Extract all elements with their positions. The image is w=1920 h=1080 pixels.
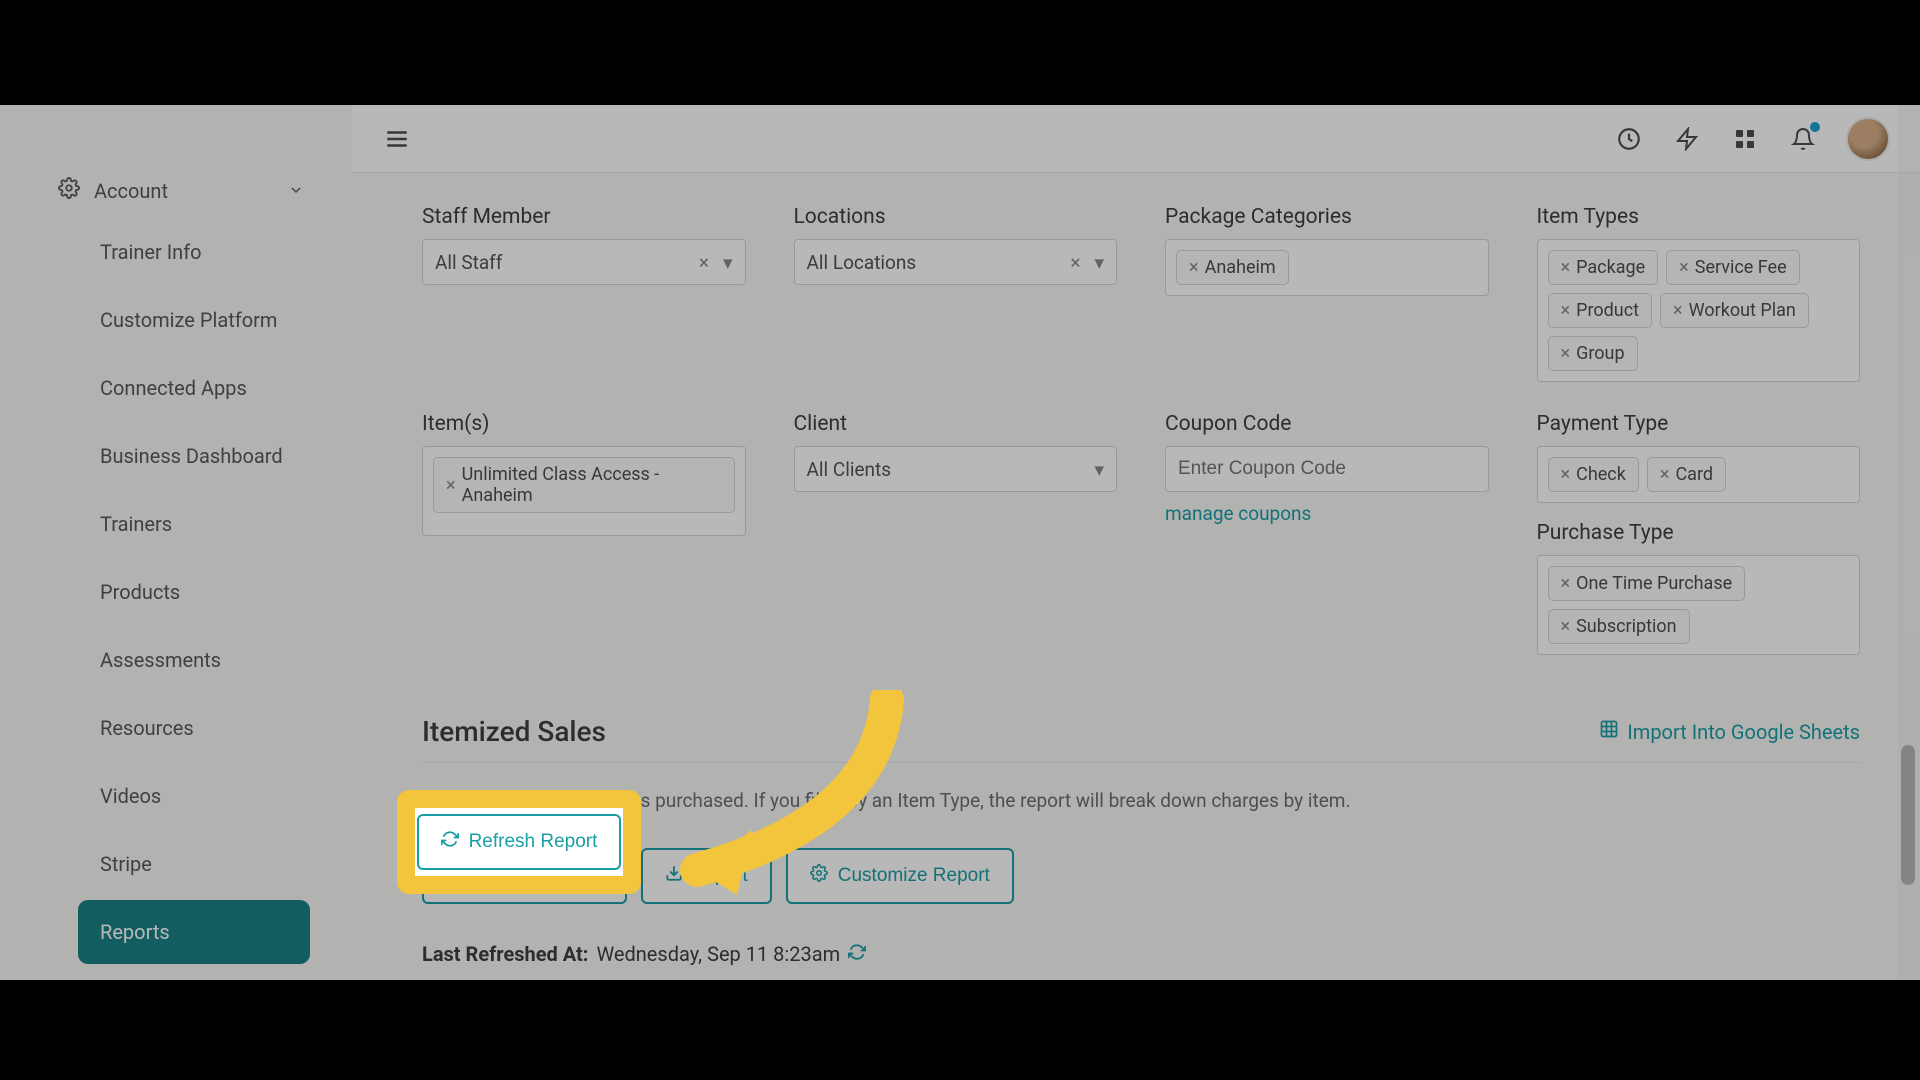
filter-items: Item(s) ×Unlimited Class Access - Anahei… (422, 412, 746, 655)
sheets-icon (1599, 719, 1619, 744)
filter-client: Client All Clients ▾ (794, 412, 1118, 655)
chip-package[interactable]: ×Package (1548, 250, 1659, 285)
chip-service-fee[interactable]: ×Service Fee (1666, 250, 1799, 285)
clear-icon[interactable]: × (699, 251, 709, 274)
client-select[interactable]: All Clients ▾ (794, 446, 1118, 492)
sidebar-item-stripe[interactable]: Stripe (78, 832, 310, 896)
locations-select[interactable]: All Locations ×▾ (794, 239, 1118, 285)
caret-down-icon[interactable]: ▾ (1094, 251, 1104, 274)
filter-label: Client (794, 412, 1118, 436)
sidebar-item-products[interactable]: Products (78, 560, 310, 624)
caret-down-icon[interactable]: ▾ (1094, 458, 1104, 481)
package-categories-chipbox[interactable]: ×Anaheim (1165, 239, 1489, 296)
report-actions: Refresh Report Export Customize Report (422, 848, 1860, 904)
section-title: Itemized Sales (422, 715, 606, 748)
last-refreshed-label: Last Refreshed At: (422, 942, 588, 966)
last-refreshed-value: Wednesday, Sep 11 8:23am (596, 942, 840, 966)
refresh-icon (446, 864, 464, 888)
sidebar-item-reports[interactable]: Reports (78, 900, 310, 964)
import-google-sheets-link[interactable]: Import Into Google Sheets (1599, 719, 1860, 744)
filter-staff-member: Staff Member All Staff ×▾ (422, 205, 746, 382)
remove-chip-icon[interactable]: × (1561, 616, 1571, 637)
customize-report-button[interactable]: Customize Report (786, 848, 1014, 904)
sidebar-item-tags[interactable]: Tags (78, 968, 310, 980)
remove-chip-icon[interactable]: × (1561, 257, 1571, 278)
filter-label: Locations (794, 205, 1118, 229)
sidebar-item-customize-platform[interactable]: Customize Platform (78, 288, 310, 352)
download-icon (665, 864, 683, 888)
remove-chip-icon[interactable]: × (1561, 343, 1571, 364)
section-description: An itemized list of all items purchased.… (422, 789, 1860, 812)
chip-check[interactable]: ×Check (1548, 457, 1639, 492)
sidebar-item-trainer-info[interactable]: Trainer Info (78, 220, 310, 284)
items-chipbox[interactable]: ×Unlimited Class Access - Anaheim (422, 446, 746, 536)
manage-coupons-link[interactable]: manage coupons (1165, 502, 1311, 525)
sidebar-item-business-dashboard[interactable]: Business Dashboard (78, 424, 310, 488)
filter-package-categories: Package Categories ×Anaheim (1165, 205, 1489, 382)
filter-label: Item(s) (422, 412, 746, 436)
remove-chip-icon[interactable]: × (1660, 464, 1670, 485)
chevron-down-icon (288, 179, 304, 203)
filter-label: Purchase Type (1537, 521, 1861, 545)
chip-group[interactable]: ×Group (1548, 336, 1638, 371)
export-button[interactable]: Export (641, 848, 772, 904)
sidebar-item-videos[interactable]: Videos (78, 764, 310, 828)
last-refreshed: Last Refreshed At: Wednesday, Sep 11 8:2… (422, 942, 1860, 966)
chip-workout-plan[interactable]: ×Workout Plan (1660, 293, 1809, 328)
caret-down-icon[interactable]: ▾ (723, 251, 733, 274)
remove-chip-icon[interactable]: × (1673, 300, 1683, 321)
remove-chip-icon[interactable]: × (1679, 257, 1689, 278)
purchase-type-chipbox[interactable]: ×One Time Purchase ×Subscription (1537, 555, 1861, 655)
chip-one-time-purchase[interactable]: ×One Time Purchase (1548, 566, 1746, 601)
remove-chip-icon[interactable]: × (1561, 300, 1571, 321)
refresh-report-button[interactable]: Refresh Report (422, 848, 627, 904)
sidebar-group-account[interactable]: Account (40, 165, 322, 216)
coupon-code-input[interactable] (1165, 446, 1489, 492)
remove-chip-icon[interactable]: × (446, 475, 456, 496)
gear-icon (58, 177, 80, 204)
chip-unlimited-class-access[interactable]: ×Unlimited Class Access - Anaheim (433, 457, 735, 513)
clear-icon[interactable]: × (1070, 251, 1080, 274)
section-header: Itemized Sales Import Into Google Sheets (422, 715, 1860, 763)
item-types-chipbox[interactable]: ×Package ×Service Fee ×Product ×Workout … (1537, 239, 1861, 382)
remove-chip-icon[interactable]: × (1561, 573, 1571, 594)
filter-payment-purchase: Payment Type ×Check ×Card Purchase Type … (1537, 412, 1861, 655)
gear-icon (810, 864, 828, 888)
remove-chip-icon[interactable]: × (1561, 464, 1571, 485)
payment-type-chipbox[interactable]: ×Check ×Card (1537, 446, 1861, 503)
chip-subscription[interactable]: ×Subscription (1548, 609, 1690, 644)
staff-member-select[interactable]: All Staff ×▾ (422, 239, 746, 285)
sidebar-item-trainers[interactable]: Trainers (78, 492, 310, 556)
chip-product[interactable]: ×Product (1548, 293, 1653, 328)
app-wrapper: Account Trainer Info Customize Platform … (0, 105, 1920, 980)
main-content: Staff Member All Staff ×▾ Locations All … (352, 105, 1920, 980)
scrollbar-track[interactable] (1898, 105, 1920, 980)
sidebar-item-assessments[interactable]: Assessments (78, 628, 310, 692)
sidebar: Account Trainer Info Customize Platform … (0, 105, 352, 980)
filter-locations: Locations All Locations ×▾ (794, 205, 1118, 382)
sidebar-item-resources[interactable]: Resources (78, 696, 310, 760)
remove-chip-icon[interactable]: × (1189, 257, 1199, 278)
chip-card[interactable]: ×Card (1647, 457, 1726, 492)
filter-label: Payment Type (1537, 412, 1861, 436)
filter-item-types: Item Types ×Package ×Service Fee ×Produc… (1537, 205, 1861, 382)
filter-label: Coupon Code (1165, 412, 1489, 436)
filter-label: Staff Member (422, 205, 746, 229)
filter-coupon-code: Coupon Code manage coupons (1165, 412, 1489, 655)
filter-label: Package Categories (1165, 205, 1489, 229)
sidebar-group-label: Account (94, 179, 168, 203)
scrollbar-thumb[interactable] (1901, 745, 1915, 885)
sidebar-item-connected-apps[interactable]: Connected Apps (78, 356, 310, 420)
chip-anaheim[interactable]: ×Anaheim (1176, 250, 1289, 285)
filter-label: Item Types (1537, 205, 1861, 229)
refresh-icon[interactable] (848, 942, 866, 966)
